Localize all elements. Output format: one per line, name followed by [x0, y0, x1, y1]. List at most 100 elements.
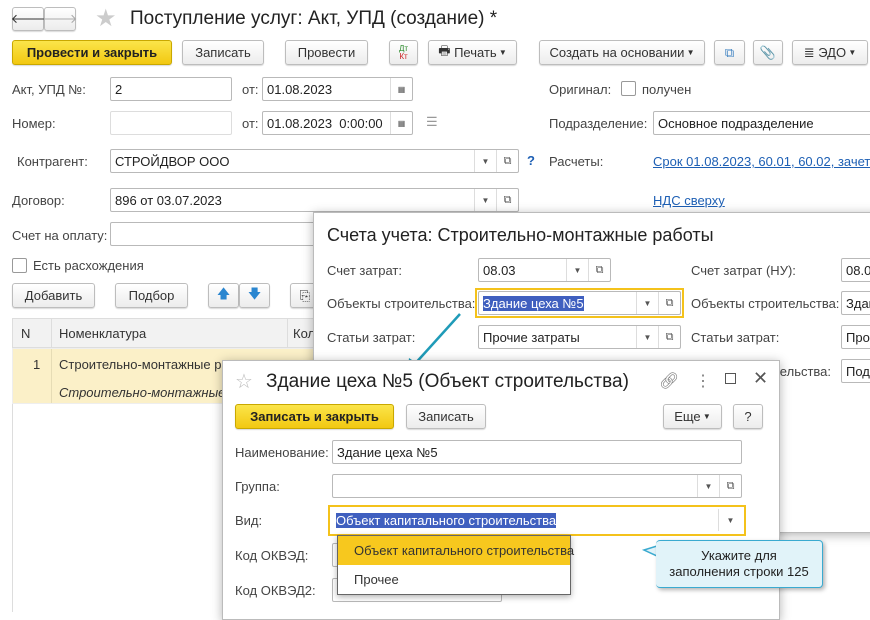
open-icon[interactable]: ⧉: [658, 326, 680, 348]
pick-button[interactable]: Подбор: [115, 283, 188, 308]
link-icon[interactable]: 🔗︎: [659, 371, 679, 391]
objects-nu-input[interactable]: Здан: [841, 291, 870, 315]
more-label: Еще: [674, 409, 701, 424]
division-input[interactable]: Основное подразделение: [653, 111, 870, 135]
move-up-icon[interactable]: 🡅: [208, 283, 239, 308]
objects-nu-label: Объекты строительства:: [691, 296, 840, 311]
cost-account-nu-label: Счет затрат (НУ):: [691, 263, 796, 278]
chevron-down-icon[interactable]: ▼: [636, 326, 658, 348]
cost-items-value: Прочие затраты: [483, 329, 580, 345]
cost-account-input[interactable]: 08.03 ▼ ⧉: [478, 258, 611, 282]
column-nomenclature[interactable]: Номенклатура: [59, 326, 146, 341]
contract-input[interactable]: 896 от 03.07.2023 ▼ ⧉: [110, 188, 519, 212]
save-and-close-button[interactable]: Записать и закрыть: [235, 404, 394, 429]
from-label: от:: [242, 82, 259, 97]
document-list-icon[interactable]: ☰: [426, 114, 438, 130]
division-label: Подразделение:: [549, 116, 648, 131]
save-button[interactable]: Записать: [182, 40, 264, 65]
create-based-on-button[interactable]: Создать на основании ▼: [539, 40, 705, 65]
arrow-right-icon: 🡒: [42, 11, 78, 26]
objects-value: Здание цеха №5: [483, 295, 584, 311]
invoice-input[interactable]: [110, 222, 320, 246]
discrepancy-label: Есть расхождения: [33, 258, 144, 273]
act-date-input[interactable]: 01.08.2023 ▦: [262, 77, 413, 101]
maximize-icon[interactable]: [725, 373, 736, 384]
help-button[interactable]: ?: [733, 404, 763, 429]
open-icon[interactable]: ⧉: [496, 189, 518, 211]
chevron-down-icon[interactable]: ▼: [566, 259, 588, 281]
group-input[interactable]: ▼ ⧉: [332, 474, 742, 498]
number-date-input[interactable]: 01.08.2023 0:00:00 ▦: [262, 111, 413, 135]
objects2-input[interactable]: Под: [841, 359, 870, 383]
kind-input[interactable]: Объект капитального строительства ▼: [331, 508, 743, 532]
number-input[interactable]: [110, 111, 232, 135]
cost-items-nu-input[interactable]: Проч: [841, 325, 870, 349]
chevron-down-icon[interactable]: ▼: [697, 475, 719, 497]
calendar-icon[interactable]: ▦: [390, 112, 412, 134]
hint-callout: Укажите для заполнения строки 125: [656, 540, 823, 588]
close-icon[interactable]: ✕: [753, 368, 768, 389]
print-button[interactable]: 🖶 Печать ▼: [428, 40, 517, 65]
open-icon[interactable]: ⧉: [719, 475, 741, 497]
okved-label: Код ОКВЭД:: [235, 548, 309, 563]
row-number: 1: [33, 357, 41, 372]
discrepancy-checkbox[interactable]: [12, 258, 27, 273]
column-n[interactable]: N: [21, 326, 30, 341]
help-icon[interactable]: ?: [527, 153, 535, 168]
page-title: Поступление услуг: Акт, УПД (создание) *: [130, 8, 498, 29]
save-button[interactable]: Записать: [406, 404, 486, 429]
callout-line-2: заполнения строки 125: [669, 564, 809, 579]
cost-account-nu-input[interactable]: 08.0: [841, 258, 870, 282]
accounts-dialog-title: Счета учета: Строительно-монтажные работ…: [327, 225, 714, 245]
objects-input[interactable]: Здание цеха №5 ▼ ⧉: [478, 291, 681, 315]
chevron-down-icon[interactable]: ▼: [718, 509, 742, 531]
dropdown-option-other[interactable]: Прочее: [338, 565, 570, 594]
back-button[interactable]: 🡐: [10, 7, 46, 31]
original-received-checkbox[interactable]: [621, 81, 636, 96]
name-label: Наименование:: [235, 445, 329, 460]
objects2-label: тельства:: [774, 364, 832, 379]
number-label: Номер:: [12, 116, 56, 131]
open-icon[interactable]: ⧉: [658, 292, 680, 314]
counterparty-input[interactable]: СТРОЙДВОР ООО ▼ ⧉: [110, 149, 519, 173]
settlements-link[interactable]: Срок 01.08.2023, 60.01, 60.02, зачет: [653, 154, 870, 169]
open-icon[interactable]: ⧉: [496, 150, 518, 172]
structure-icon[interactable]: ⧉: [714, 40, 745, 65]
group-label: Группа:: [235, 479, 280, 494]
favorite-star-icon[interactable]: ☆: [235, 369, 253, 394]
callout-line-1: Укажите для: [701, 548, 777, 563]
post-and-close-button[interactable]: Провести и закрыть: [12, 40, 172, 65]
dt-kt-button[interactable]: Дт Кт: [389, 40, 418, 65]
row-name: Строительно-монтажные ра: [59, 357, 229, 372]
chevron-down-icon[interactable]: ▼: [474, 150, 496, 172]
chevron-down-icon[interactable]: ▼: [636, 292, 658, 314]
edo-icon: ≣: [803, 44, 819, 60]
more-button[interactable]: Еще ▼: [663, 404, 722, 429]
move-down-icon[interactable]: 🡇: [239, 283, 270, 308]
chevron-down-icon[interactable]: ▼: [474, 189, 496, 211]
original-label: Оригинал:: [549, 82, 612, 97]
object-dialog-title: Здание цеха №5 (Объект строительства): [266, 371, 629, 392]
name-input[interactable]: Здание цеха №5: [332, 440, 742, 464]
cost-account-label: Счет затрат:: [327, 263, 402, 278]
settlements-label: Расчеты:: [549, 154, 604, 169]
column-quantity[interactable]: Кол: [293, 326, 315, 341]
paperclip-icon[interactable]: 📎: [753, 40, 783, 65]
favorite-star-icon[interactable]: ★: [95, 4, 117, 33]
cost-items-nu-label: Статьи затрат:: [691, 330, 780, 345]
add-button[interactable]: Добавить: [12, 283, 95, 308]
counterparty-label: Контрагент:: [17, 154, 88, 169]
edo-button[interactable]: ≣ ЭДО ▼: [792, 40, 868, 65]
cost-items-input[interactable]: Прочие затраты ▼ ⧉: [478, 325, 681, 349]
kind-label: Вид:: [235, 513, 263, 528]
original-received-label: получен: [642, 82, 692, 97]
dropdown-option-capital[interactable]: Объект капитального строительства: [338, 536, 574, 565]
arrow-left-icon: 🡐: [10, 11, 46, 26]
vat-link[interactable]: НДС сверху: [653, 193, 725, 208]
act-number-input[interactable]: 2: [110, 77, 232, 101]
more-vertical-icon[interactable]: ⋮: [695, 371, 711, 391]
open-icon[interactable]: ⧉: [588, 259, 610, 281]
forward-button[interactable]: 🡒: [42, 7, 78, 31]
post-button[interactable]: Провести: [285, 40, 368, 65]
calendar-icon[interactable]: ▦: [390, 78, 412, 100]
